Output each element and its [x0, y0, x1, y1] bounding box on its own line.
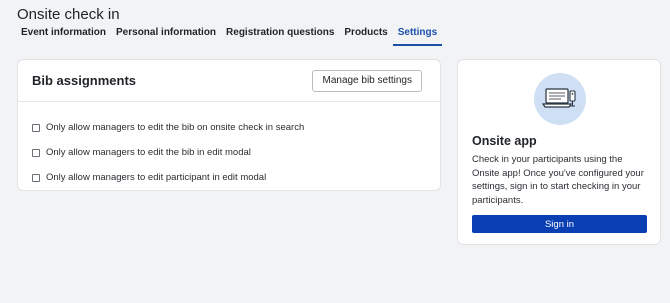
laptop-scanner-icon — [534, 73, 586, 125]
page-title: Onsite check in — [17, 6, 120, 23]
onsite-app-title: Onsite app — [472, 134, 537, 148]
tab-registration-questions[interactable]: Registration questions — [221, 26, 339, 46]
option-label: Only allow managers to edit participant … — [46, 172, 267, 183]
checkbox[interactable] — [32, 148, 40, 157]
tab-personal-information[interactable]: Personal information — [111, 26, 221, 46]
option-edit-bib-modal[interactable]: Only allow managers to edit the bib in e… — [32, 140, 440, 165]
option-edit-bib-search[interactable]: Only allow managers to edit the bib on o… — [32, 115, 440, 140]
option-label: Only allow managers to edit the bib on o… — [46, 122, 305, 133]
checkbox[interactable] — [32, 173, 40, 182]
onsite-app-description: Check in your participants using the Ons… — [472, 154, 644, 206]
bib-card-title: Bib assignments — [32, 73, 137, 88]
checkbox[interactable] — [32, 123, 40, 132]
option-label: Only allow managers to edit the bib in e… — [46, 147, 251, 158]
bib-options-list: Only allow managers to edit the bib on o… — [18, 102, 440, 190]
sign-in-button[interactable]: Sign in — [472, 215, 647, 233]
tab-bar: Event information Personal information R… — [17, 26, 443, 46]
option-edit-participant-modal[interactable]: Only allow managers to edit participant … — [32, 165, 440, 190]
tab-products[interactable]: Products — [339, 26, 392, 46]
tab-event-information[interactable]: Event information — [17, 26, 111, 46]
tab-settings[interactable]: Settings — [392, 26, 443, 46]
bib-card-header: Bib assignments Manage bib settings — [18, 60, 440, 102]
onsite-app-card: Onsite app Check in your participants us… — [457, 59, 661, 245]
manage-bib-settings-button[interactable]: Manage bib settings — [312, 69, 422, 92]
bib-assignments-card: Bib assignments Manage bib settings Only… — [17, 59, 441, 191]
